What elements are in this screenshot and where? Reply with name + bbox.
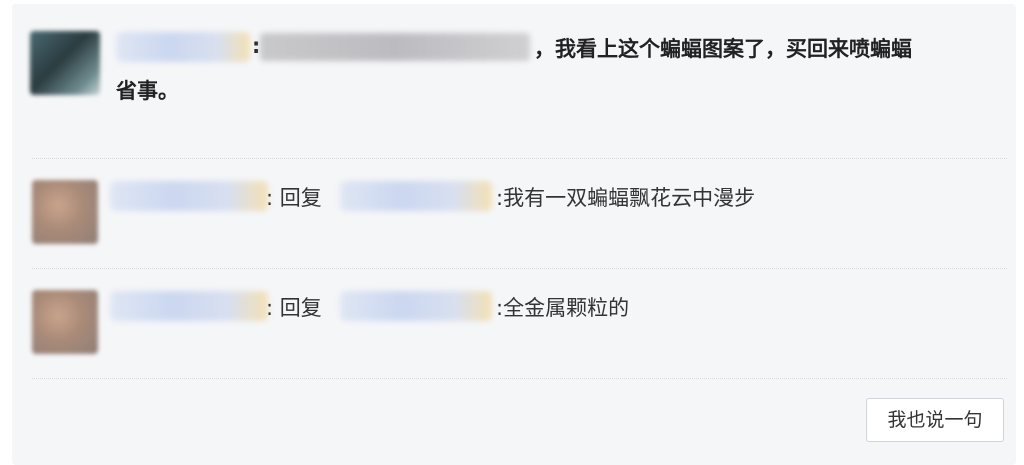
reply-separator: : 回复	[266, 186, 322, 210]
quoted-content-redacted	[260, 33, 530, 61]
divider	[32, 268, 1007, 269]
username-redacted[interactable]	[110, 291, 268, 321]
divider	[32, 378, 1007, 379]
reply-separator: : 回复	[266, 296, 322, 320]
username-redacted[interactable]	[116, 32, 250, 62]
reply-text: :我有一双蝙蝠飘花云中漫步	[496, 186, 756, 210]
reply-button[interactable]: 我也说一句	[866, 398, 1004, 442]
comment-text-line2: 省事。	[116, 79, 179, 103]
reply-to-username-redacted[interactable]	[340, 181, 492, 211]
username-redacted[interactable]	[110, 181, 268, 211]
reply-to-username-redacted[interactable]	[340, 291, 492, 321]
avatar[interactable]	[32, 290, 98, 354]
avatar[interactable]	[32, 180, 98, 244]
avatar[interactable]	[30, 31, 100, 95]
reply-text: :全金属颗粒的	[496, 296, 630, 320]
comment-panel: : ，我看上这个蝙蝠图案了，买回来喷蝙蝠 省事。 : 回复 :我有一双蝙蝠飘花云…	[12, 4, 1016, 465]
comment-text-line1: ，我看上这个蝙蝠图案了，买回来喷蝙蝠	[534, 37, 912, 61]
divider	[32, 158, 1007, 159]
